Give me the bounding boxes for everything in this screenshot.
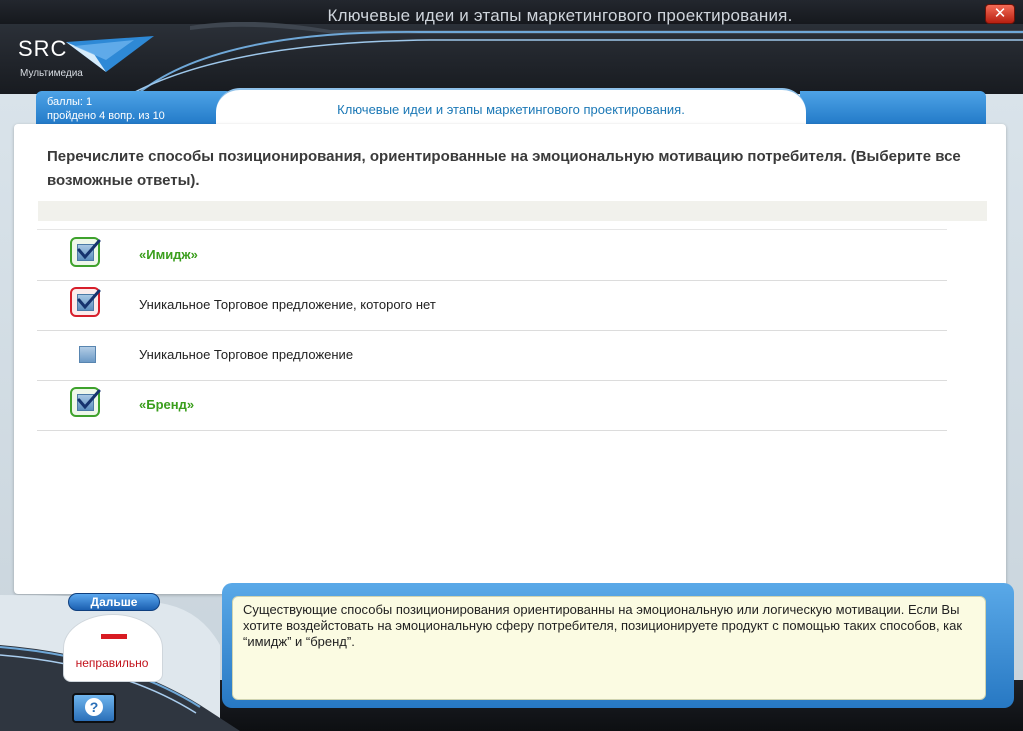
answer-checkbox[interactable] [79, 346, 96, 363]
result-label: неправильно [75, 656, 149, 670]
answer-label: Уникальное Торговое предложение [139, 347, 354, 362]
question-text: Перечислите способы позиционирования, ор… [47, 148, 961, 189]
answer-checkbox-wrong[interactable] [70, 287, 101, 317]
next-button[interactable]: Дальше [68, 593, 160, 611]
result-indicator [63, 614, 163, 682]
check-icon [77, 239, 101, 260]
lesson-title: Ключевые идеи и этапы маркетингового про… [337, 102, 685, 117]
answer-option-utp[interactable]: Уникальное Торговое предложение [37, 330, 947, 381]
check-icon [77, 289, 101, 310]
window-title: Ключевые идеи и этапы маркетингового про… [327, 6, 793, 25]
answer-label: Уникальное Торговое предложение, которог… [139, 297, 436, 312]
answer-label: «Бренд» [139, 397, 195, 412]
check-icon [77, 389, 101, 410]
answer-option-utp-missing[interactable]: Уникальное Торговое предложение, которог… [37, 280, 947, 331]
help-button[interactable]: ? [72, 693, 116, 723]
score-progress: пройдено 4 вопр. из 10 [47, 110, 165, 122]
logo-brand: SRC [18, 36, 68, 61]
close-icon: ✕ [993, 5, 1007, 22]
help-icon: ? [85, 698, 103, 716]
question-divider-band [38, 201, 987, 221]
logo-subtitle: Мультимедиа [20, 68, 83, 79]
answer-checkbox-correct[interactable] [70, 237, 101, 267]
feedback-text: Существующие способы позиционирования ор… [243, 602, 963, 649]
header-tab-right [800, 91, 986, 127]
answer-option-brend[interactable]: «Бренд» [37, 380, 947, 431]
score-points: баллы: 1 [47, 96, 93, 108]
wrong-result-icon [101, 634, 127, 639]
answer-checkbox-correct[interactable] [70, 387, 101, 417]
close-button[interactable]: ✕ [985, 4, 1015, 24]
answer-label: «Имидж» [139, 247, 198, 262]
answer-option-imidzh[interactable]: «Имидж» [37, 230, 947, 281]
